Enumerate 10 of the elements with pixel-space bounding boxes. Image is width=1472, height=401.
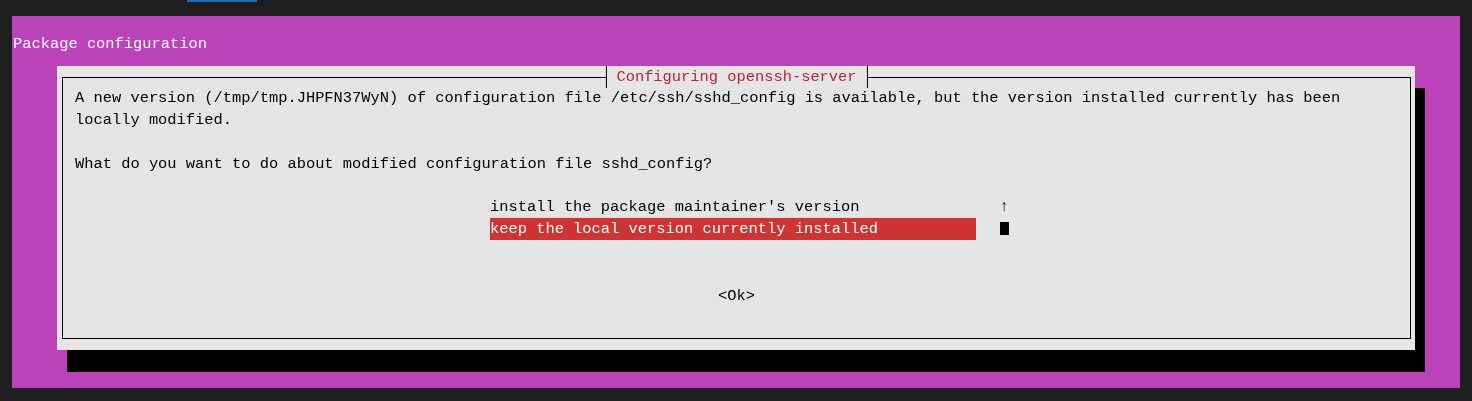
dialog-message: A new version (/tmp/tmp.JHPFN37WyN) of configuration file /etc/ssh/sshd_config is available, but the version installed currently has been locally modified. <box>75 88 1342 131</box>
window-title: Package configuration <box>13 34 207 55</box>
dialog-title: Configuring openssh-server <box>605 66 868 88</box>
tab-underline <box>187 0 257 2</box>
scrollbar-thumb <box>999 222 1009 235</box>
scroll-indicator: ↑ <box>999 197 1009 218</box>
ok-button[interactable]: <Ok> <box>718 285 755 307</box>
menu-option[interactable]: install the package maintainer's version <box>490 196 976 218</box>
dialog-question: What do you want to do about modified configuration file sshd_config? <box>75 154 714 175</box>
menu-option[interactable]: keep the local version currently installed <box>490 218 976 240</box>
